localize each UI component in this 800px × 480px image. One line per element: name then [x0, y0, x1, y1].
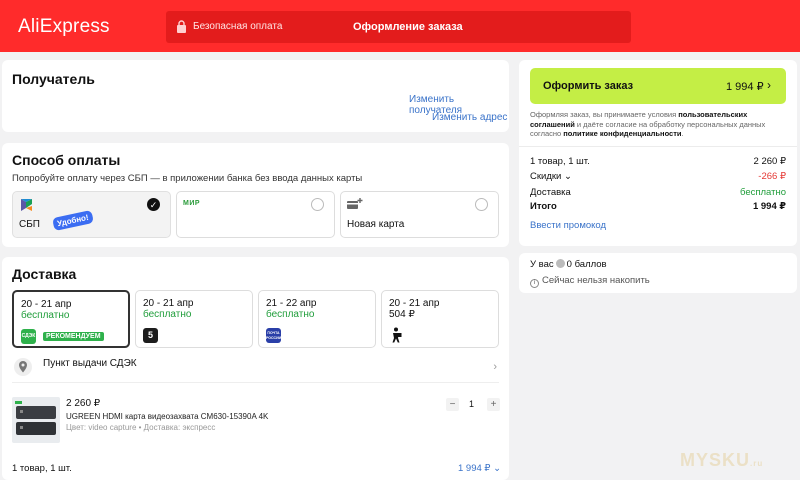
divider [519, 146, 797, 147]
legal-text: Оформляя заказ, вы принимаете условия [530, 110, 677, 119]
radio-checked-icon[interactable]: ✓ [147, 198, 160, 211]
summary-label: Итого [530, 201, 557, 212]
aliexpress-logo[interactable]: AliExpress [18, 16, 110, 38]
privacy-policy-link[interactable]: политике конфиденциальности [563, 129, 681, 138]
payment-title: Способ оплаты [12, 152, 121, 168]
sbp-logo-icon [21, 199, 32, 211]
quantity-decrease-button[interactable]: − [446, 398, 459, 411]
quantity-value: 1 [469, 399, 475, 409]
chevron-down-icon: ⌄ [563, 171, 572, 182]
quantity-increase-button[interactable]: + [487, 398, 500, 411]
summary-row-delivery: Доставка бесплатно [530, 187, 786, 199]
delivery-title: Доставка [12, 266, 77, 282]
summary-value: -266 ₽ [758, 171, 786, 182]
top-header: AliExpress Безопасная оплата Оформление … [0, 0, 800, 52]
delivery-price: бесплатно [143, 309, 192, 320]
bonus-card: У вас 0 баллов i Сейчас нельзя накопить [519, 253, 797, 293]
summary-label: Доставка [530, 187, 571, 198]
product-price: 2 260 ₽ [66, 398, 101, 409]
payment-option-label: СБП [19, 219, 40, 230]
delivery-date: 21 - 22 апр [266, 298, 317, 309]
delivery-card: Доставка 20 - 21 апр бесплатно СДЭК РЕКО… [2, 257, 509, 480]
pickup-point-row[interactable]: Пункт выдачи СДЭК › [12, 355, 499, 383]
radio-empty-icon[interactable] [475, 198, 488, 211]
card-plus-icon [347, 198, 363, 209]
place-order-amount: 1 994 ₽ [726, 81, 764, 93]
page-title: Оформление заказа [353, 21, 463, 33]
recipient-title: Получатель [12, 71, 95, 87]
bonus-balance: У вас 0 баллов [530, 259, 607, 270]
delivery-option-cdek[interactable]: 20 - 21 апр бесплатно СДЭК РЕКОМЕНДУЕМ [12, 290, 130, 348]
chevron-down-icon: ⌄ [493, 463, 502, 474]
enter-promo-code-link[interactable]: Ввести промокод [530, 220, 606, 231]
pickup-point-label: Пункт выдачи СДЭК [43, 358, 137, 369]
legal-notice: Оформляя заказ, вы принимаете условия по… [530, 110, 766, 138]
delivery-price: 504 ₽ [389, 309, 415, 320]
delivery-date: 20 - 21 апр [21, 299, 72, 310]
summary-label: 1 товар, 1 шт. [530, 156, 590, 167]
product-name[interactable]: UGREEN HDMI карта видеозахвата CM630-153… [66, 412, 268, 421]
summary-value: 2 260 ₽ [753, 156, 786, 167]
chevron-right-icon: › [493, 361, 497, 373]
product-variant: Цвет: video capture • Доставка: экспресс [66, 423, 216, 432]
recommended-badge: РЕКОМЕНДУЕМ [43, 332, 104, 341]
order-summary-card: Оформить заказ 1 994 ₽ › Оформляя заказ,… [519, 60, 797, 246]
payment-option-new-card[interactable]: Новая карта [340, 191, 499, 238]
payment-hint: Попробуйте оплату через СБП — в приложен… [12, 173, 363, 184]
delivery-date: 20 - 21 апр [143, 298, 194, 309]
header-status-bar: Безопасная оплата Оформление заказа [166, 11, 631, 43]
info-icon[interactable]: i [530, 279, 539, 288]
coin-icon [555, 259, 565, 268]
change-address-link[interactable]: Изменить адрес [432, 112, 507, 123]
bonus-info: i Сейчас нельзя накопить [530, 275, 650, 288]
secure-payment-label: Безопасная оплата [193, 21, 283, 32]
payment-option-mir[interactable]: МИР [176, 191, 335, 238]
5post-logo-icon: 5 [143, 328, 158, 343]
map-pin-icon [14, 358, 32, 376]
summary-row-total: Итого 1 994 ₽ [530, 201, 786, 213]
payment-option-label: Новая карта [347, 219, 405, 230]
courier-icon [392, 327, 402, 343]
summary-value: 1 994 ₽ [752, 201, 786, 212]
chevron-right-icon: › [767, 78, 771, 92]
watermark: MYSKU.ru [680, 450, 764, 470]
delivery-price: бесплатно [21, 310, 70, 321]
summary-value: бесплатно [739, 187, 786, 198]
delivery-option-5post[interactable]: 20 - 21 апр бесплатно 5 [135, 290, 253, 348]
place-order-label: Оформить заказ [543, 80, 634, 92]
delivery-option-russian-post[interactable]: 21 - 22 апр бесплатно ПОЧТА РОССИИ [258, 290, 376, 348]
payment-card: Способ оплаты Попробуйте оплату через СБ… [2, 143, 509, 247]
summary-row-discounts[interactable]: Скидки ⌄ -266 ₽ [530, 171, 786, 183]
mir-logo-icon: МИР [183, 200, 201, 207]
place-order-button[interactable]: Оформить заказ 1 994 ₽ › [530, 68, 786, 104]
delivery-option-courier[interactable]: 20 - 21 апр 504 ₽ [381, 290, 499, 348]
delivery-price: бесплатно [266, 309, 315, 320]
recipient-card: Получатель Изменить получателя Изменить … [2, 60, 509, 132]
convenient-badge: Удобно! [52, 210, 94, 231]
quantity-stepper: − 1 + [446, 398, 502, 412]
cdek-logo-icon: СДЭК [21, 329, 36, 344]
radio-empty-icon[interactable] [311, 198, 324, 211]
product-image[interactable] [12, 397, 60, 443]
payment-option-sbp[interactable]: ✓ Удобно! СБП [12, 191, 171, 238]
delivery-total: 1 994 ₽ [458, 463, 491, 474]
delivery-item-count: 1 товар, 1 шт. [12, 463, 72, 474]
delivery-total-toggle[interactable]: 1 994 ₽ ⌄ [458, 463, 501, 474]
lock-icon [177, 20, 186, 33]
summary-label: Скидки ⌄ [530, 171, 572, 182]
delivery-date: 20 - 21 апр [389, 298, 440, 309]
summary-row-items: 1 товар, 1 шт. 2 260 ₽ [530, 156, 786, 168]
russian-post-logo-icon: ПОЧТА РОССИИ [266, 328, 281, 343]
